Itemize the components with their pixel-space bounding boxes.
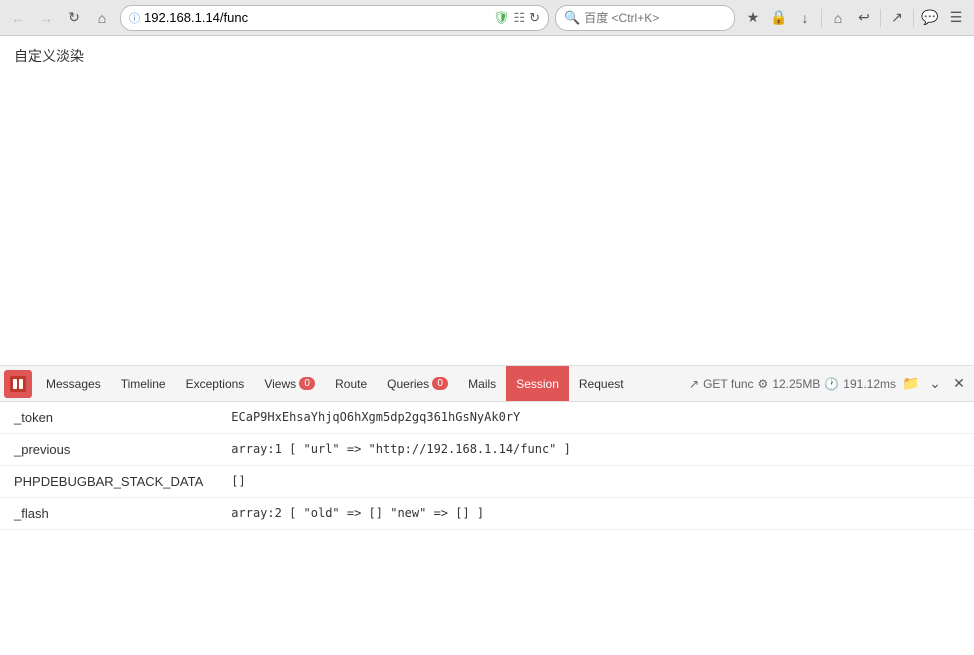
- session-key: _token: [0, 402, 217, 434]
- back-button[interactable]: ←: [6, 6, 30, 30]
- debug-tab-info: ↗ GET func ⚙ 12.25MB 🕐 191.12ms: [689, 377, 896, 391]
- session-value: array:1 [ "url" => "http://192.168.1.14/…: [217, 434, 974, 466]
- debugbar-logo: [4, 370, 32, 398]
- separator: [821, 9, 822, 27]
- page-content: 自定义淡染: [0, 36, 974, 365]
- settings-icon: ⚙: [758, 377, 769, 391]
- session-table: _token ECaP9HxEhsaYhjqO6hXgm5dp2gq361hGs…: [0, 402, 974, 530]
- reload-button[interactable]: ↻: [62, 6, 86, 30]
- separator2: [880, 9, 881, 27]
- memory-label: 12.25MB: [772, 377, 820, 391]
- download-icon[interactable]: ↓: [793, 6, 817, 30]
- session-value: []: [217, 466, 974, 498]
- menu-icon[interactable]: ☰: [944, 6, 968, 30]
- table-row: _token ECaP9HxEhsaYhjqO6hXgm5dp2gq361hGs…: [0, 402, 974, 434]
- page-title: 自定义淡染: [14, 48, 84, 64]
- forward-button[interactable]: →: [34, 6, 58, 30]
- debug-tab-actions: 📁 ⌄ ✕: [900, 373, 970, 395]
- tab-views-label: Views: [264, 377, 296, 391]
- browser-chrome: ← → ↻ ⌂ ⓘ 🛡 ☷ ↻ 🔍 ★ 🔒 ↓ ⌂ ↩ ↗ 💬 ☰: [0, 0, 974, 36]
- address-bar: ⓘ 🛡 ☷ ↻: [120, 5, 549, 31]
- tab-queries-label: Queries: [387, 377, 429, 391]
- chat-icon[interactable]: 💬: [918, 6, 942, 30]
- session-key: _previous: [0, 434, 217, 466]
- address-input[interactable]: [144, 10, 489, 25]
- folder-icon[interactable]: 📁: [900, 373, 922, 395]
- debugbar-logo-icon: [9, 375, 27, 393]
- table-row: _flash array:2 [ "old" => [] "new" => []…: [0, 498, 974, 530]
- debug-content: _token ECaP9HxEhsaYhjqO6hXgm5dp2gq361hGs…: [0, 402, 974, 655]
- home-button[interactable]: ⌂: [90, 6, 114, 30]
- tab-mails-label: Mails: [468, 377, 496, 391]
- tab-route-label: Route: [335, 377, 367, 391]
- security-icon: ⓘ: [129, 10, 140, 26]
- tab-request[interactable]: Request: [569, 366, 634, 402]
- table-row: _previous array:1 [ "url" => "http://192…: [0, 434, 974, 466]
- time-label: 191.12ms: [843, 377, 896, 391]
- clock-icon: 🕐: [824, 377, 839, 391]
- tab-exceptions[interactable]: Exceptions: [176, 366, 255, 402]
- views-badge: 0: [299, 377, 315, 390]
- tab-mails[interactable]: Mails: [458, 366, 506, 402]
- search-input[interactable]: [584, 11, 739, 25]
- grid-icon: ☷: [513, 10, 525, 26]
- table-row: PHPDEBUGBAR_STACK_DATA []: [0, 466, 974, 498]
- queries-badge: 0: [432, 377, 448, 390]
- tab-views[interactable]: Views 0: [254, 366, 325, 402]
- home-toolbar-icon[interactable]: ⌂: [826, 6, 850, 30]
- address-reload-icon[interactable]: ↻: [529, 10, 540, 26]
- tab-messages[interactable]: Messages: [36, 366, 111, 402]
- bookmark-icon[interactable]: ★: [741, 6, 765, 30]
- sync-icon[interactable]: 🔒: [767, 6, 791, 30]
- method-icon: ↗: [689, 377, 699, 391]
- tab-messages-label: Messages: [46, 377, 101, 391]
- separator3: [913, 9, 914, 27]
- close-icon[interactable]: ✕: [948, 373, 970, 395]
- toolbar-icons: ★ 🔒 ↓ ⌂ ↩ ↗ 💬 ☰: [741, 6, 968, 30]
- method-label: GET func: [703, 377, 753, 391]
- shield-icon: 🛡: [493, 10, 510, 26]
- session-value: array:2 [ "old" => [] "new" => [] ]: [217, 498, 974, 530]
- share-icon[interactable]: ↗: [885, 6, 909, 30]
- tab-exceptions-label: Exceptions: [186, 377, 245, 391]
- tab-timeline[interactable]: Timeline: [111, 366, 176, 402]
- search-bar: 🔍: [555, 5, 735, 31]
- tab-timeline-label: Timeline: [121, 377, 166, 391]
- tab-queries[interactable]: Queries 0: [377, 366, 458, 402]
- debug-bar: Messages Timeline Exceptions Views 0 Rou…: [0, 365, 974, 655]
- tab-route[interactable]: Route: [325, 366, 377, 402]
- back-toolbar-icon[interactable]: ↩: [852, 6, 876, 30]
- chevron-down-icon[interactable]: ⌄: [924, 373, 946, 395]
- session-value: ECaP9HxEhsaYhjqO6hXgm5dp2gq361hGsNyAk0rY: [217, 402, 974, 434]
- tab-session[interactable]: Session: [506, 366, 569, 402]
- search-icon: 🔍: [564, 10, 580, 26]
- session-key: PHPDEBUGBAR_STACK_DATA: [0, 466, 217, 498]
- tab-session-label: Session: [516, 377, 559, 391]
- nav-buttons: ← → ↻ ⌂: [6, 6, 114, 30]
- tab-request-label: Request: [579, 377, 624, 391]
- debug-bar-tabs: Messages Timeline Exceptions Views 0 Rou…: [0, 366, 974, 402]
- session-key: _flash: [0, 498, 217, 530]
